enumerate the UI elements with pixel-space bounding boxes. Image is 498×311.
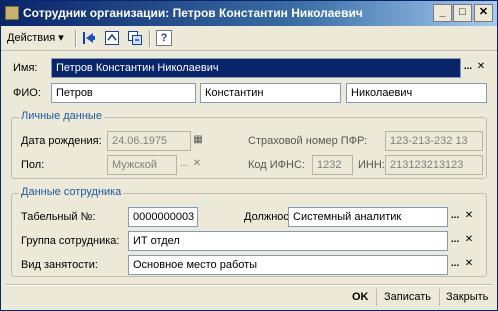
- inn-label: ИНН:: [358, 159, 385, 171]
- close-window-button[interactable]: ✕: [474, 4, 493, 22]
- actions-menu[interactable]: Действия ▾: [7, 31, 64, 44]
- sex-field[interactable]: Мужской: [107, 155, 177, 175]
- group-label: Группа сотрудника:: [21, 235, 120, 247]
- employee-window: Сотрудник организации: Петров Константин…: [0, 0, 498, 311]
- ifns-label: Код ИФНС:: [248, 159, 305, 171]
- ok-button[interactable]: OK: [352, 289, 369, 306]
- employment-clear-icon[interactable]: ✕: [463, 256, 475, 274]
- employee-data-title: Данные сотрудника: [19, 186, 124, 198]
- pfr-label: Страховой номер ПФР:: [248, 135, 368, 147]
- sex-clear-icon[interactable]: ✕: [191, 156, 203, 174]
- sex-select-button[interactable]: ...: [178, 156, 190, 174]
- close-button[interactable]: Закрыть: [446, 289, 488, 306]
- inn-field[interactable]: 213123213123: [385, 155, 483, 175]
- save-button[interactable]: Записать: [384, 289, 431, 306]
- fio-label: ФИО:: [13, 87, 41, 99]
- employment-label: Вид занятости:: [21, 259, 98, 271]
- window-title: Сотрудник организации: Петров Константин…: [23, 6, 363, 20]
- minimize-button[interactable]: _: [433, 4, 452, 22]
- toolbar: Действия ▾ ?: [1, 26, 497, 51]
- calendar-icon[interactable]: ▦: [192, 132, 204, 150]
- sex-label: Пол:: [21, 159, 45, 171]
- birth-date-field[interactable]: 24.06.1975: [107, 131, 191, 151]
- toolbar-separator: [75, 30, 77, 47]
- help-icon[interactable]: ?: [156, 30, 172, 46]
- tabnum-field[interactable]: 0000000003: [128, 207, 198, 227]
- personal-data-title: Личные данные: [19, 110, 104, 122]
- go-back-icon[interactable]: [81, 30, 97, 46]
- employment-select-button[interactable]: ...: [449, 256, 461, 274]
- group-field[interactable]: ИТ отдел: [128, 231, 448, 251]
- name-label: Имя:: [13, 62, 38, 74]
- name-clear-icon[interactable]: ✕: [475, 59, 487, 77]
- position-clear-icon[interactable]: ✕: [463, 208, 475, 226]
- tabnum-label: Табельный №:: [21, 211, 96, 223]
- middle-name-field[interactable]: Николаевич: [346, 83, 487, 103]
- app-icon: [5, 6, 19, 20]
- name-select-button[interactable]: ...: [462, 59, 474, 77]
- chevron-down-icon: ▾: [58, 32, 64, 44]
- group-clear-icon[interactable]: ✕: [463, 232, 475, 250]
- title-bar[interactable]: Сотрудник организации: Петров Константин…: [1, 1, 497, 26]
- footer-button-separator: [376, 289, 377, 306]
- footer-separator: [5, 284, 493, 286]
- pfr-field[interactable]: 123-213-232 13: [385, 131, 483, 151]
- footer-button-separator: [439, 289, 440, 306]
- group-select-button[interactable]: ...: [449, 232, 461, 250]
- birth-date-label: Дата рождения:: [21, 135, 102, 147]
- maximize-button[interactable]: □: [453, 4, 472, 22]
- refresh-icon[interactable]: [127, 30, 143, 46]
- first-name-field[interactable]: Константин: [200, 83, 341, 103]
- position-field[interactable]: Системный аналитик: [288, 207, 448, 227]
- employment-field[interactable]: Основное место работы: [128, 255, 448, 275]
- last-name-field[interactable]: Петров: [51, 83, 196, 103]
- structure-icon[interactable]: [104, 30, 120, 46]
- ifns-field[interactable]: 1232: [312, 155, 353, 175]
- name-field[interactable]: Петров Константин Николаевич: [51, 58, 461, 78]
- actions-menu-label: Действия: [7, 32, 56, 44]
- position-select-button[interactable]: ...: [449, 208, 461, 226]
- toolbar-separator: [149, 30, 151, 47]
